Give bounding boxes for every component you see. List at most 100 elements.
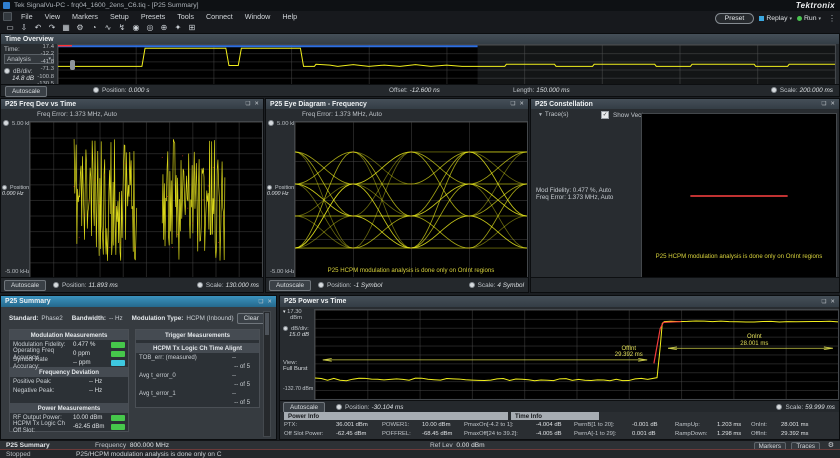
overflow-menu-icon[interactable]: ⋮: [828, 14, 836, 23]
autoscale-button[interactable]: Autoscale: [269, 280, 311, 291]
power-plot[interactable]: OffInt29.392 ms OnInt28.001 ms: [314, 309, 839, 400]
position-radio[interactable]: [318, 282, 324, 288]
redo-icon[interactable]: ↷: [46, 22, 58, 33]
app-menu-icon[interactable]: [3, 12, 12, 21]
save-icon[interactable]: ⇩: [18, 22, 30, 33]
vertical-position-control[interactable]: Position: 0.000 Hz: [2, 185, 29, 197]
close-icon[interactable]: ✕: [267, 299, 272, 305]
close-icon[interactable]: ✕: [254, 101, 259, 107]
replay-button[interactable]: Replay ▾: [759, 15, 792, 22]
gear-icon[interactable]: ⚙: [828, 441, 834, 449]
y-axis-radio[interactable]: [3, 120, 9, 126]
time-overview-plot[interactable]: [57, 44, 836, 87]
close-icon[interactable]: ✕: [519, 101, 524, 107]
restore-icon[interactable]: ❏: [245, 101, 250, 107]
layout-icon[interactable]: ⊞: [186, 22, 198, 33]
freq-dev-plot[interactable]: [29, 121, 263, 279]
length-value[interactable]: 150.000 ms: [536, 87, 569, 94]
menu-window[interactable]: Window: [239, 12, 277, 21]
scale-radio[interactable]: [197, 282, 203, 288]
summary-scrollbar[interactable]: [263, 311, 271, 437]
analysis-icon[interactable]: ∿: [102, 22, 114, 33]
menu-help[interactable]: Help: [276, 12, 303, 21]
ref-level-value[interactable]: 0.00 dBm: [456, 442, 484, 449]
freq-dev-header[interactable]: P25 Freq Dev vs Time ❏✕: [1, 99, 263, 109]
restore-icon[interactable]: ❏: [821, 299, 826, 305]
standard-value[interactable]: Phase2: [41, 315, 62, 322]
amplitude-icon[interactable]: ◔: [88, 22, 100, 33]
position-value[interactable]: 11.893 ms: [88, 282, 117, 289]
measurement-label: Positive Peak:: [13, 378, 89, 385]
menu-connect[interactable]: Connect: [200, 12, 239, 21]
modulation-type-value[interactable]: HCPM (Inbound): [186, 315, 233, 322]
time-overview-bottom-bar: Autoscale Position: 0.000 s Offset: -12.…: [1, 84, 839, 96]
menu-view[interactable]: View: [39, 12, 66, 21]
scrollbar-thumb[interactable]: [265, 313, 269, 335]
offset-value[interactable]: -12.600 ns: [410, 87, 440, 94]
constellation-plot[interactable]: P25 HCPM modulation analysis is done onl…: [641, 113, 837, 279]
y-bottom-label: -5.00 kHz: [270, 269, 295, 275]
info-label: Off Slot Power:: [284, 431, 336, 437]
position-radio[interactable]: [53, 282, 59, 288]
chevron-down-icon: ▼: [538, 112, 543, 118]
traces-dropdown[interactable]: ▼ Trace(s): [538, 111, 568, 118]
undo-icon[interactable]: ↶: [32, 22, 44, 33]
search-icon[interactable]: ⊕: [158, 22, 170, 33]
settings-icon[interactable]: ⚙: [74, 22, 86, 33]
position-value[interactable]: -1 Symbol: [353, 282, 382, 289]
scale-value[interactable]: 200.000 ms: [800, 87, 833, 94]
menu-tools[interactable]: Tools: [171, 12, 200, 21]
vertical-position-control[interactable]: Position: 0.000 Hz: [267, 185, 294, 197]
acquire-icon[interactable]: ◉: [130, 22, 142, 33]
run-button[interactable]: Run ▾: [797, 15, 821, 22]
close-icon[interactable]: ✕: [830, 299, 835, 305]
restore-icon[interactable]: ❏: [258, 299, 263, 305]
bandwidth-value[interactable]: -- Hz: [109, 315, 123, 322]
autoscale-button[interactable]: Autoscale: [4, 280, 46, 291]
dbdiv-value[interactable]: 15.0 dB: [289, 332, 313, 338]
eye-diagram-header[interactable]: P25 Eye Diagram - Frequency ❏✕: [266, 99, 528, 109]
info-value: 1.298 ms: [717, 431, 751, 437]
displays-icon[interactable]: ▦: [60, 22, 72, 33]
position-radio[interactable]: [336, 404, 342, 410]
scale-value[interactable]: 59.999 ms: [805, 404, 835, 411]
autoscale-button[interactable]: Autoscale: [5, 86, 47, 97]
trigger-icon[interactable]: ↯: [116, 22, 128, 33]
clear-button[interactable]: Clear: [237, 313, 266, 324]
trigger-count: -- of 5: [234, 399, 250, 406]
window-title: Tek SignalVu-PC - frq04_1600_2ens_C6.tiq…: [14, 2, 199, 9]
menu-setup[interactable]: Setup: [104, 12, 135, 21]
time-overview-header[interactable]: Time Overview: [1, 34, 839, 44]
scale-radio[interactable]: [771, 87, 777, 93]
measurement-label: Symbol Rate Accuracy:: [13, 356, 73, 370]
restore-icon[interactable]: ❏: [510, 101, 515, 107]
eye-diagram-plot[interactable]: P25 HCPM modulation analysis is done onl…: [294, 121, 528, 279]
scale-radio[interactable]: [469, 282, 475, 288]
trigger-row: TOB_err: (measured)--: [136, 353, 259, 362]
power-header[interactable]: P25 Power vs Time ❏✕: [280, 296, 839, 307]
dbdiv-radio[interactable]: [283, 326, 288, 331]
close-icon[interactable]: ✕: [830, 101, 835, 107]
analysis-offset-handle[interactable]: [70, 60, 75, 71]
scale-value[interactable]: 4 Symbol: [497, 282, 524, 289]
view-value[interactable]: Full Burst: [283, 366, 313, 372]
position-radio[interactable]: [93, 87, 99, 93]
scale-value[interactable]: 130.000 ms: [226, 282, 259, 289]
y-axis-radio[interactable]: [268, 120, 274, 126]
scale-radio[interactable]: [776, 404, 782, 410]
position-value[interactable]: -30.104 ms: [371, 404, 403, 411]
markers-icon[interactable]: ◎: [144, 22, 156, 33]
menu-markers[interactable]: Markers: [66, 12, 104, 21]
restore-icon[interactable]: ❏: [821, 101, 826, 107]
menu-presets[interactable]: Presets: [135, 12, 171, 21]
summary-header[interactable]: P25 Summary ❏✕: [1, 296, 276, 307]
position-value[interactable]: 0.000 s: [128, 87, 149, 94]
measurement-value: 10.00 dBm: [73, 414, 109, 421]
frequency-value[interactable]: 800.000 MHz: [130, 442, 169, 449]
dbdiv-radio[interactable]: [4, 68, 10, 74]
constellation-header[interactable]: P25 Constellation ❏✕: [531, 99, 839, 109]
open-icon[interactable]: ▭: [4, 22, 16, 33]
menu-file[interactable]: File: [15, 12, 39, 21]
preset-button[interactable]: Preset: [715, 13, 755, 24]
touch-icon[interactable]: ✦: [172, 22, 184, 33]
